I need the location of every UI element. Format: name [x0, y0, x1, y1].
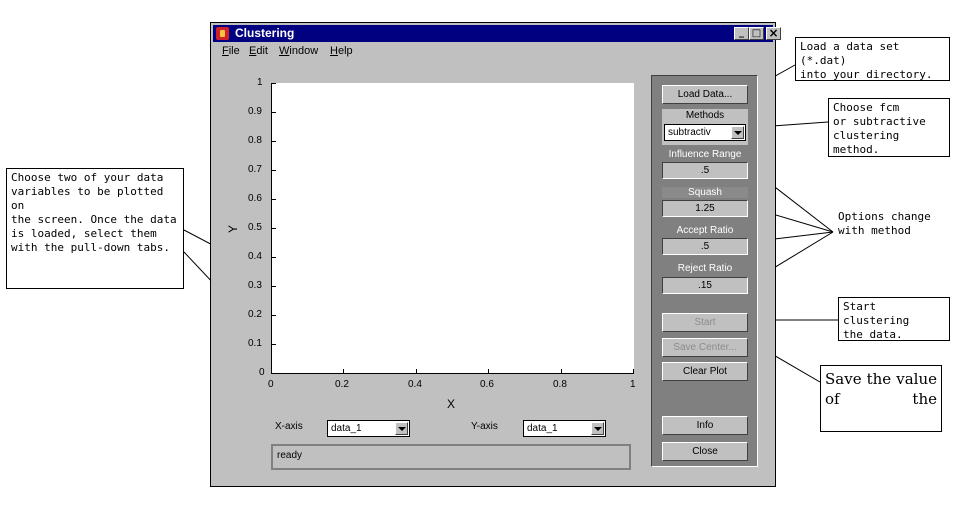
y-axis-label: Y [226, 224, 241, 234]
chevron-down-icon[interactable] [395, 422, 408, 435]
squash-label: Squash [662, 187, 748, 198]
x-tick-label: 0.4 [408, 379, 422, 390]
x-axis-selector-label: X-axis [275, 421, 303, 432]
x-tick-label: 0.6 [480, 379, 494, 390]
y-tick-label: 0.5 [248, 222, 262, 233]
methods-label: Methods [685, 110, 725, 121]
y-tick-label: 0.8 [248, 135, 262, 146]
info-button[interactable]: Info [662, 416, 748, 435]
influence-range-field[interactable]: .5 [662, 162, 748, 179]
x-axis-dropdown-value: data_1 [331, 423, 362, 434]
reject-ratio-label: Reject Ratio [677, 263, 733, 274]
annotation-save: Save the value of the [820, 365, 942, 432]
accept-ratio-field[interactable]: .5 [662, 238, 748, 255]
status-text: ready [277, 450, 303, 461]
x-axis-label: X [447, 397, 456, 411]
chevron-down-icon[interactable] [591, 422, 604, 435]
y-tick-label: 0.7 [248, 164, 262, 175]
annotation-load-data: Load a data set (*.dat) into your direct… [795, 37, 950, 81]
clear-plot-button[interactable]: Clear Plot [662, 362, 748, 381]
y-axis-selector-label: Y-axis [471, 421, 498, 432]
y-axis-dropdown-value: data_1 [527, 423, 558, 434]
influence-range-label: Influence Range [668, 149, 742, 160]
methods-dropdown[interactable]: subtractiv [664, 124, 746, 141]
x-tick-label: 0.8 [553, 379, 567, 390]
y-tick-label: 0.3 [248, 280, 262, 291]
annotation-options: Options change with method [838, 210, 931, 237]
start-button[interactable]: Start [662, 313, 748, 332]
y-tick-label: 1 [257, 77, 263, 88]
y-tick-label: 0.9 [248, 106, 262, 117]
load-data-button[interactable]: Load Data... [662, 85, 748, 104]
chevron-down-icon[interactable] [731, 126, 744, 139]
save-center-button[interactable]: Save Center... [662, 338, 748, 357]
x-axis-dropdown[interactable]: data_1 [327, 420, 410, 437]
squash-field[interactable]: 1.25 [662, 200, 748, 217]
annotation-start: Start clustering the data. [838, 297, 950, 341]
x-tick-label: 0 [268, 379, 274, 390]
accept-ratio-label: Accept Ratio [676, 225, 734, 236]
close-button[interactable]: Close [662, 442, 748, 461]
x-tick-label: 1 [630, 379, 636, 390]
y-tick-label: 0 [259, 367, 265, 378]
clustering-window: Clustering _ □ × File Edit Window Help 1… [210, 22, 781, 487]
y-tick-label: 0.6 [248, 193, 262, 204]
y-axis-dropdown[interactable]: data_1 [523, 420, 606, 437]
y-tick-label: 0.4 [248, 251, 262, 262]
status-bar: ready [271, 444, 631, 470]
y-tick-label: 0.2 [248, 309, 262, 320]
x-tick-label: 0.2 [335, 379, 349, 390]
annotation-method: Choose fcm or subtractive clustering met… [828, 98, 950, 157]
reject-ratio-field[interactable]: .15 [662, 277, 748, 294]
annotation-choose-variables: Choose two of your data variables to be … [6, 168, 184, 289]
y-tick-label: 0.1 [248, 338, 262, 349]
methods-dropdown-value: subtractiv [668, 127, 711, 138]
control-panel: Load Data... Methods subtractiv Influenc… [651, 75, 758, 467]
